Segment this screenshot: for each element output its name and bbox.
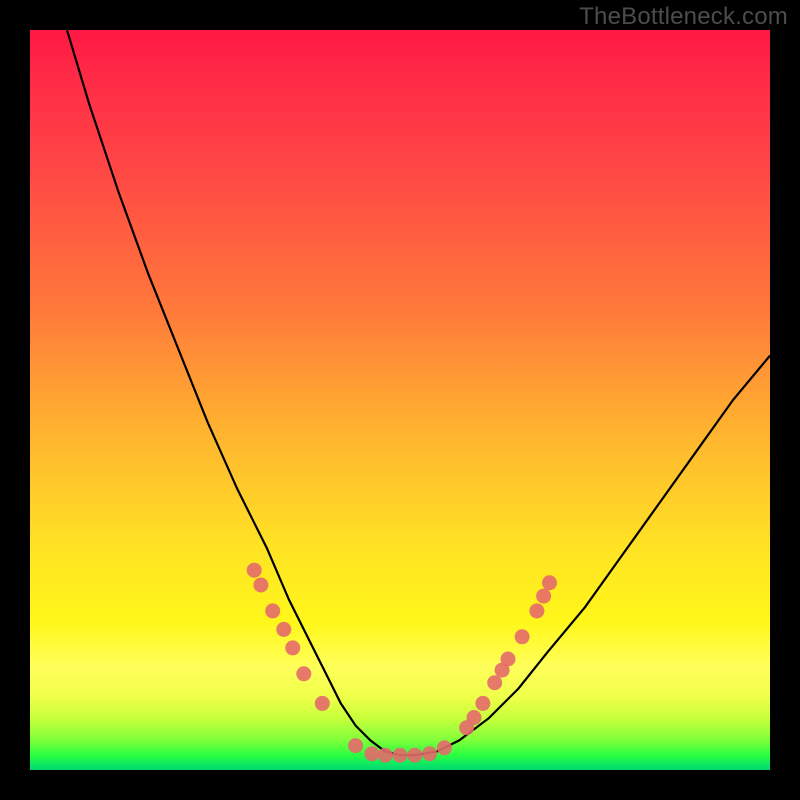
data-marker xyxy=(315,696,330,711)
data-marker xyxy=(501,652,516,667)
data-marker xyxy=(437,740,452,755)
data-marker xyxy=(487,675,502,690)
data-marker xyxy=(422,746,437,761)
data-marker xyxy=(296,666,311,681)
data-marker xyxy=(459,720,474,735)
marker-group xyxy=(247,563,557,763)
data-marker xyxy=(529,603,544,618)
data-marker xyxy=(348,738,363,753)
data-marker xyxy=(364,746,379,761)
chart-frame: TheBottleneck.com xyxy=(0,0,800,800)
data-marker xyxy=(247,563,262,578)
data-marker xyxy=(467,710,482,725)
data-marker xyxy=(265,603,280,618)
data-marker xyxy=(393,748,408,763)
data-marker xyxy=(407,748,422,763)
watermark-text: TheBottleneck.com xyxy=(579,3,788,31)
data-marker xyxy=(253,578,268,593)
data-marker xyxy=(475,696,490,711)
data-marker xyxy=(515,629,530,644)
data-marker xyxy=(378,748,393,763)
plot-area xyxy=(30,30,770,770)
data-marker xyxy=(495,663,510,678)
data-marker xyxy=(536,589,551,604)
data-marker xyxy=(542,575,557,590)
data-marker xyxy=(285,640,300,655)
data-marker xyxy=(276,622,291,637)
bottleneck-curve xyxy=(67,30,770,755)
curve-layer xyxy=(30,30,770,770)
